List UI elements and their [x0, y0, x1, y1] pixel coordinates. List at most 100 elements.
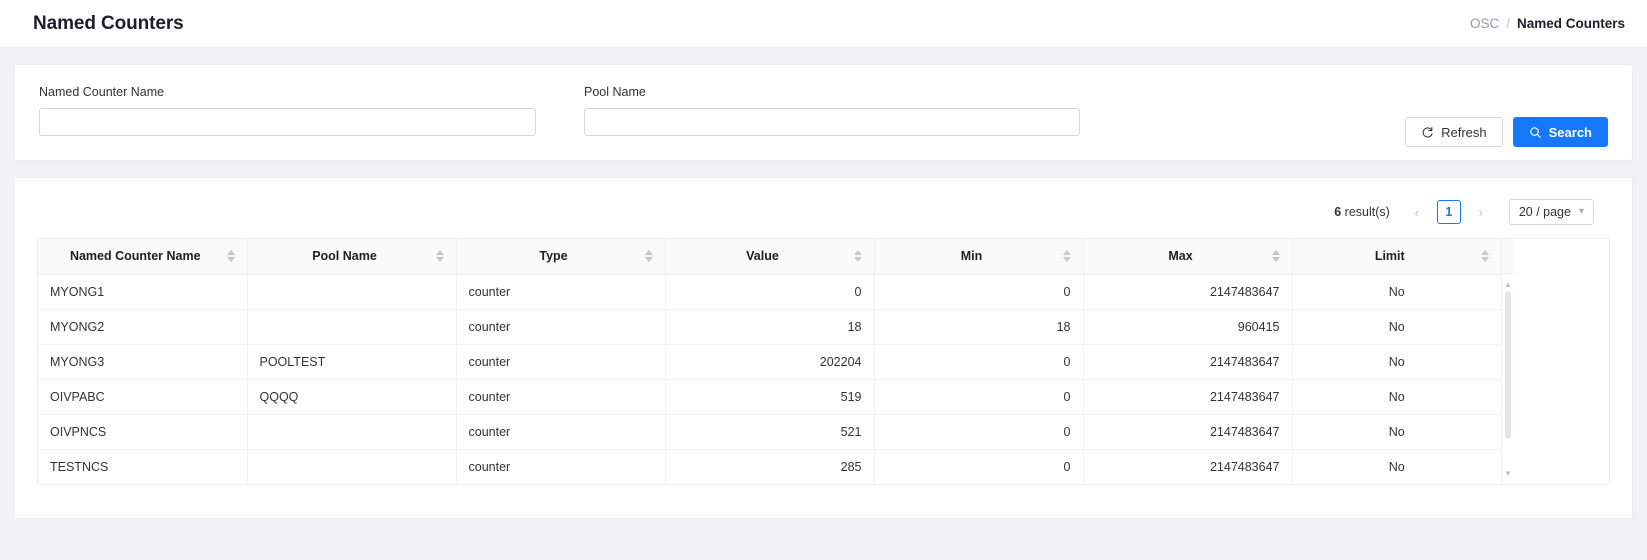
results-panel: 6 result(s) ‹ 1 › 20 / page ▾ Named Coun…: [14, 177, 1633, 519]
table-cell-max: 2147483647: [1083, 379, 1292, 414]
table-cell-type: counter: [456, 379, 665, 414]
table-body: MYONG1counter002147483647NoMYONG2counter…: [38, 274, 1501, 484]
table-cell-value: 18: [665, 309, 874, 344]
table-cell-value: 202204: [665, 344, 874, 379]
table-header-label-min: Min: [887, 249, 1057, 263]
table-cell-limit: No: [1292, 379, 1501, 414]
result-count: 6 result(s): [1334, 205, 1390, 219]
field-pool-name: Pool Name: [584, 85, 1080, 136]
table-header-limit[interactable]: Limit: [1292, 239, 1501, 274]
sort-toggle-icon-pool[interactable]: [436, 250, 444, 262]
table-cell-pool: QQQQ: [247, 379, 456, 414]
table-header-label-max: Max: [1096, 249, 1266, 263]
table-cell-limit: No: [1292, 274, 1501, 309]
table-cell-name: MYONG3: [38, 344, 247, 379]
table-header-label-limit: Limit: [1305, 249, 1476, 263]
table-header-pool[interactable]: Pool Name: [247, 239, 456, 274]
result-count-suffix: result(s): [1341, 205, 1390, 219]
table-cell-min: 0: [874, 344, 1083, 379]
data-table-container: Named Counter Name Pool Name Type Value Min M…: [37, 238, 1610, 485]
page-header: Named Counters OSC / Named Counters: [0, 0, 1647, 48]
table-header-max[interactable]: Max: [1083, 239, 1292, 274]
table-row[interactable]: TESTNCScounter28502147483647No: [38, 449, 1501, 484]
table-header-min[interactable]: Min: [874, 239, 1083, 274]
table-cell-limit: No: [1292, 414, 1501, 449]
table-header-label-name: Named Counter Name: [50, 249, 221, 263]
table-cell-min: 0: [874, 379, 1083, 414]
search-input-pool-name[interactable]: [584, 108, 1080, 136]
table-cell-type: counter: [456, 449, 665, 484]
table-cell-value: 519: [665, 379, 874, 414]
table-cell-value: 521: [665, 414, 874, 449]
breadcrumb: OSC / Named Counters: [1470, 16, 1625, 31]
table-row[interactable]: MYONG1counter002147483647No: [38, 274, 1501, 309]
search-input-named-counter-name[interactable]: [39, 108, 536, 136]
scroll-down-arrow-icon[interactable]: ▼: [1504, 470, 1512, 478]
table-header-label-type: Type: [469, 249, 639, 263]
chevron-left-icon[interactable]: ‹: [1406, 200, 1428, 224]
table-header-name[interactable]: Named Counter Name: [38, 239, 247, 274]
table-cell-type: counter: [456, 344, 665, 379]
table-cell-limit: No: [1292, 309, 1501, 344]
table-header-type[interactable]: Type: [456, 239, 665, 274]
chevron-right-icon[interactable]: ›: [1470, 200, 1492, 224]
sort-toggle-icon-limit[interactable]: [1481, 250, 1489, 262]
table-row[interactable]: MYONG3POOLTESTcounter20220402147483647No: [38, 344, 1501, 379]
table-cell-pool: [247, 309, 456, 344]
table-cell-pool: [247, 449, 456, 484]
table-cell-max: 2147483647: [1083, 414, 1292, 449]
table-cell-name: OIVPABC: [38, 379, 247, 414]
breadcrumb-separator: /: [1506, 16, 1510, 31]
pagination: 6 result(s) ‹ 1 › 20 / page ▾: [37, 196, 1610, 228]
table-cell-type: counter: [456, 309, 665, 344]
table-cell-max: 2147483647: [1083, 344, 1292, 379]
sort-toggle-icon-name[interactable]: [227, 250, 235, 262]
table-header-label-pool: Pool Name: [260, 249, 430, 263]
field-label-named-counter-name: Named Counter Name: [39, 85, 536, 99]
refresh-button[interactable]: Refresh: [1405, 117, 1503, 147]
data-table: Named Counter Name Pool Name Type Value Min M…: [38, 239, 1501, 484]
table-cell-name: MYONG1: [38, 274, 247, 309]
table-cell-min: 0: [874, 449, 1083, 484]
table-cell-max: 2147483647: [1083, 449, 1292, 484]
refresh-button-label: Refresh: [1441, 125, 1487, 140]
search-icon: [1529, 126, 1542, 139]
page-size-select[interactable]: 20 / page ▾: [1509, 199, 1594, 225]
table-cell-value: 0: [665, 274, 874, 309]
scrollbar-header-pad: [1502, 239, 1513, 274]
table-row[interactable]: OIVPNCS counter52102147483647No: [38, 414, 1501, 449]
search-button[interactable]: Search: [1513, 117, 1608, 147]
sort-toggle-icon-type[interactable]: [645, 250, 653, 262]
table-row[interactable]: MYONG2counter1818960415No: [38, 309, 1501, 344]
table-cell-type: counter: [456, 414, 665, 449]
scrollbar-thumb[interactable]: [1505, 291, 1511, 439]
table-header-row: Named Counter Name Pool Name Type Value Min M…: [38, 239, 1501, 274]
search-button-label: Search: [1549, 125, 1592, 140]
sort-toggle-icon-max[interactable]: [1272, 250, 1280, 262]
breadcrumb-item-osc[interactable]: OSC: [1470, 16, 1499, 31]
table-cell-min: 0: [874, 274, 1083, 309]
table-vertical-scrollbar[interactable]: ▲ ▼: [1501, 239, 1513, 484]
table-cell-value: 285: [665, 449, 874, 484]
table-header-label-value: Value: [678, 249, 848, 263]
page-bottom-strip: [0, 546, 1647, 560]
table-cell-name: OIVPNCS: [38, 414, 247, 449]
pagination-page-1[interactable]: 1: [1437, 200, 1461, 224]
field-label-pool-name: Pool Name: [584, 85, 1080, 99]
table-cell-max: 960415: [1083, 309, 1292, 344]
page-title: Named Counters: [33, 13, 184, 35]
table-cell-min: 0: [874, 414, 1083, 449]
scroll-up-arrow-icon[interactable]: ▲: [1504, 281, 1512, 289]
table-cell-limit: No: [1292, 449, 1501, 484]
table-header-value[interactable]: Value: [665, 239, 874, 274]
sort-toggle-icon-min[interactable]: [1063, 250, 1071, 262]
sort-toggle-icon-value[interactable]: [854, 250, 862, 262]
page-size-label: 20 / page: [1519, 205, 1571, 219]
table-cell-limit: No: [1292, 344, 1501, 379]
table-cell-pool: [247, 274, 456, 309]
table-cell-type: counter: [456, 274, 665, 309]
page-root: Named Counters OSC / Named Counters Name…: [0, 0, 1647, 560]
filter-panel: Named Counter Name Pool Name Refresh: [14, 64, 1633, 161]
table-row[interactable]: OIVPABCQQQQcounter51902147483647No: [38, 379, 1501, 414]
table-head: Named Counter Name Pool Name Type Value Min M…: [38, 239, 1501, 274]
